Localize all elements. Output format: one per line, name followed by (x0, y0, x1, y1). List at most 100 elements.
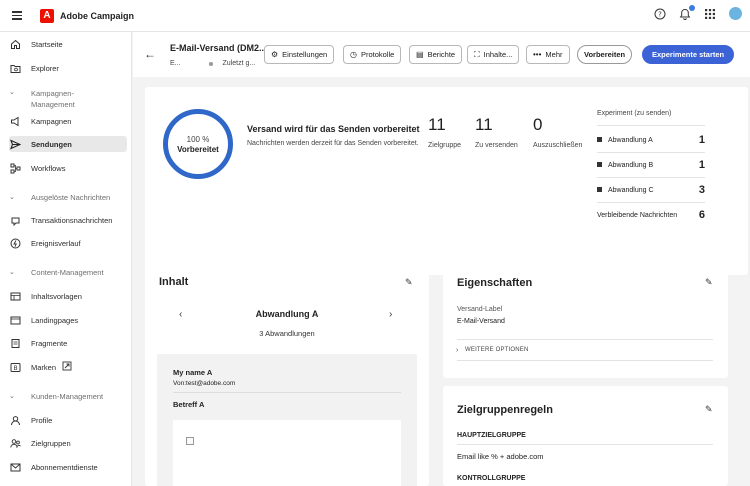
sidebar-item-ereignisverlauf[interactable]: Ereignisverlauf (9, 235, 127, 251)
content-card-title: Inhalt (159, 276, 189, 288)
experiment-row: Abwandlung B 1 (597, 159, 705, 171)
more-button-label: Mehr (545, 50, 563, 59)
subscription-icon (9, 461, 21, 473)
more-options-label: WEITERE OPTIONEN (465, 347, 529, 353)
email-subject: Betreff A (173, 400, 205, 409)
avatar[interactable] (729, 7, 742, 20)
home-icon (9, 38, 21, 50)
from-address: Von:test@adobe.com (173, 380, 236, 387)
settings-button-label: Einstellungen (282, 50, 328, 59)
sidebar-item-marken[interactable]: B Marken (9, 359, 127, 375)
reports-button[interactable]: ▤ Berichte (409, 45, 463, 64)
metric-value: 11 (428, 115, 446, 134)
edit-audience-pencil-icon[interactable]: ✎ (705, 404, 713, 415)
content-button[interactable]: ⛶ Inhalte... (467, 45, 520, 64)
send-icon (9, 138, 21, 150)
sidebar-section-label: Kunden-Management (31, 392, 104, 401)
sidebar-item-label: Transaktionsnachrichten (31, 215, 113, 225)
metric-zu-versenden: 11 Zu versenden (475, 115, 518, 149)
external-link-icon[interactable] (62, 361, 72, 373)
main-area: ← E-Mail-Versand (DM2... E... Zuletzt g.… (133, 32, 750, 486)
svg-text:?: ? (658, 10, 662, 18)
event-history-icon (9, 237, 21, 249)
edit-content-pencil-icon[interactable]: ✎ (405, 277, 413, 288)
sidebar-item-label: Marken (31, 362, 57, 372)
remaining-row: Verbleibende Nachrichten 6 (597, 209, 705, 221)
report-icon: ▤ (416, 50, 424, 59)
progress-ring: 100 % Vorbereitet (163, 109, 233, 179)
delivery-label-caption: Versand-Label (457, 306, 503, 313)
sidebar-section-kunden[interactable]: ⌄ Kunden-Management (9, 392, 127, 401)
delivery-label-value: E-Mail-Versand (457, 318, 505, 325)
more-icon: ••• (533, 50, 542, 59)
logs-button[interactable]: ◷ Protokolle (343, 45, 402, 64)
chevron-down-icon: ⌄ (9, 194, 15, 201)
page-title: E-Mail-Versand (DM2... (170, 43, 267, 53)
apps-grid-icon[interactable] (704, 8, 716, 20)
sidebar-section-content[interactable]: ⌄ Content-Management (9, 268, 127, 277)
sidebar-item-kampagnen[interactable]: Kampagnen (9, 113, 127, 129)
sidebar-item-explorer[interactable]: Explorer (9, 60, 127, 76)
main-audience-rule: Email like % + adobe.com (457, 452, 544, 461)
status-description: Nachrichten werden derzeit für das Sende… (247, 140, 419, 147)
landing-icon (9, 314, 21, 326)
start-experiments-button-label: Experimente starten (652, 50, 725, 59)
progress-label: Vorbereitet (177, 144, 219, 154)
workflow-icon (9, 162, 21, 174)
help-icon[interactable]: ? (654, 8, 666, 20)
status-dot (208, 61, 213, 66)
variant-value: 3 (698, 184, 705, 196)
settings-icon: ⚙ (271, 50, 279, 59)
sidebar-item-inhaltsvorlagen[interactable]: Inhaltsvorlagen (9, 288, 127, 304)
properties-card: Eigenschaften ✎ Versand-Label E-Mail-Ver… (443, 259, 728, 378)
sidebar-item-abonnementdienste[interactable]: Abonnementdienste (9, 459, 127, 475)
sidebar-item-landingpages[interactable]: Landingpages (9, 312, 127, 328)
variant-value: 1 (698, 134, 705, 146)
sidebar-section-ausgeloest[interactable]: ⌄ Ausgelöste Nachrichten (9, 193, 127, 202)
sidebar-item-profile[interactable]: Profile (9, 412, 127, 428)
sidebar-item-label: Profile (31, 415, 53, 425)
sidebar-item-workflows[interactable]: Workflows (9, 160, 127, 176)
sidebar-section-label: Content-Management (31, 268, 104, 277)
metric-value: 0 (533, 115, 543, 134)
more-options-toggle[interactable]: › WEITERE OPTIONEN (456, 347, 529, 354)
chevron-down-icon: ⌄ (9, 89, 15, 96)
status-title: Versand wird für das Senden vorbereitet (247, 124, 420, 134)
more-button[interactable]: ••• Mehr (526, 45, 570, 64)
next-variant-chevron-icon[interactable]: › (389, 309, 392, 320)
chevron-down-icon: ⌄ (9, 269, 15, 276)
sidebar-item-label: Fragmente (31, 338, 68, 348)
content-card: Inhalt ✎ ‹ Abwandlung A › 3 Abwandlungen… (145, 259, 429, 486)
sidebar-item-fragmente[interactable]: Fragmente (9, 335, 127, 351)
prepare-button[interactable]: Vorbereiten (577, 45, 633, 64)
metric-value: 11 (475, 115, 493, 134)
remaining-value: 6 (698, 209, 705, 221)
menu-icon[interactable] (12, 9, 22, 22)
sidebar-section-kampagnen[interactable]: ⌄ Kampagnen-Management (9, 88, 127, 110)
variant-label: Abwandlung A (608, 136, 653, 144)
metric-zielgruppe: 11 Zielgruppe (428, 115, 461, 149)
email-body (173, 420, 401, 486)
history-icon: ◷ (350, 50, 357, 59)
delivery-header: ← E-Mail-Versand (DM2... E... Zuletzt g.… (133, 32, 750, 77)
experiment-summary: Experiment (zu senden) Abwandlung A 1 Ab… (597, 110, 705, 221)
adobe-logo-icon: A (40, 8, 54, 23)
start-experiments-button[interactable]: Experimente starten (642, 45, 735, 64)
edit-properties-pencil-icon[interactable]: ✎ (705, 277, 713, 288)
sidebar-item-sendungen[interactable]: Sendungen (9, 136, 127, 152)
bell-icon[interactable] (679, 4, 695, 20)
back-arrow-icon[interactable]: ← (144, 47, 156, 61)
sidebar-item-label: Landingpages (31, 315, 79, 325)
chevron-right-icon: › (456, 347, 459, 354)
sidebar-item-zielgruppen[interactable]: Zielgruppen (9, 435, 127, 451)
variant-value: 1 (698, 159, 705, 171)
from-name: My name A (173, 368, 213, 377)
settings-button[interactable]: ⚙ Einstellungen (264, 45, 335, 64)
sidebar-item-label: Abonnementdienste (31, 462, 98, 472)
status-card: 100 % Vorbereitet Versand wird für das S… (145, 87, 748, 275)
header-sub-right: Zuletzt g... (222, 60, 256, 67)
sidebar-item-transaktionsnachrichten[interactable]: Transaktionsnachrichten (9, 212, 127, 228)
variant-name: Abwandlung A (255, 309, 319, 319)
sidebar-item-startseite[interactable]: Startseite (9, 36, 127, 52)
sidebar-section-label: Kampagnen-Management (31, 89, 75, 109)
